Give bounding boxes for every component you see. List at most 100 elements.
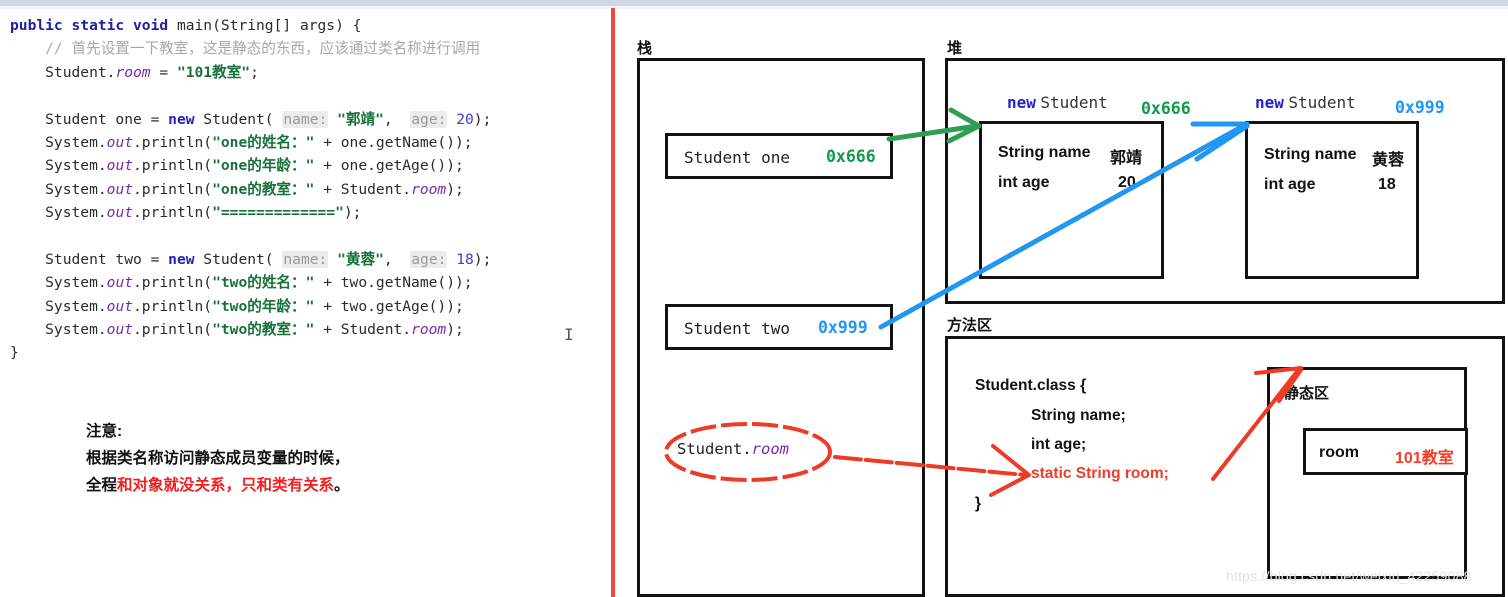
method-area-class-line-2: int age; <box>1031 436 1087 453</box>
code-token: out <box>106 204 134 222</box>
code-token: Student two = <box>10 250 169 268</box>
stack-frame-one-name: Student one <box>684 148 790 167</box>
code-token: out <box>106 274 134 292</box>
code-token: System. <box>10 274 107 292</box>
heap-object-one-field-0-decl: String name <box>998 144 1091 161</box>
note-red-text: 和对象就没关系，只和类有关系 <box>117 477 335 494</box>
method-area-label: 方法区 <box>947 317 993 334</box>
code-line-4: Student one = new Student( name: "郭靖", a… <box>10 108 491 131</box>
heap-object-one-class: Student <box>1040 93 1108 112</box>
code-token: "two的教室：" <box>212 321 315 339</box>
code-token: Student one = <box>10 110 169 128</box>
code-token: System. <box>10 297 107 315</box>
java-source-code[interactable]: public static void main(String[] args) {… <box>10 14 491 365</box>
code-token: System. <box>10 204 107 222</box>
code-token: ); <box>446 321 464 339</box>
code-token: age: <box>410 110 448 128</box>
code-token: .println( <box>133 321 213 339</box>
code-token: out <box>106 297 134 315</box>
code-token: "two的姓名：" <box>212 274 315 292</box>
code-token: .println( <box>133 274 213 292</box>
code-line-7: System.out.println("one的教室：" + Student.r… <box>10 178 491 201</box>
method-area-class-line-0: Student.class { <box>975 377 1087 394</box>
code-token: } <box>10 344 19 362</box>
code-token: "one的姓名：" <box>212 133 315 151</box>
note-line-body: 根据类名称访问静态成员变量的时候， <box>86 450 350 467</box>
note-line-title: 注意: <box>86 423 123 440</box>
code-token: .println( <box>133 157 213 175</box>
code-token: "=============" <box>212 204 344 222</box>
heap-object-one-new-keyword: new <box>1007 93 1036 112</box>
code-token: age: <box>410 250 448 268</box>
code-token: .println( <box>133 133 213 151</box>
code-token: + one.getName()); <box>314 133 473 151</box>
code-token: "two的年龄：" <box>212 297 315 315</box>
code-token: main(String[] args) { <box>176 17 362 34</box>
code-token: .println( <box>133 297 213 315</box>
code-line-1: // 首先设置一下教室，这是静态的东西，应该通过类名称进行调用 <box>10 37 491 60</box>
method-area-class-line-1: String name; <box>1031 407 1126 424</box>
heap-object-one-header: new Student <box>1007 93 1108 113</box>
code-token: + Student. <box>314 180 412 198</box>
code-token: room <box>411 321 447 339</box>
heap-object-one-address: 0x666 <box>1141 99 1191 118</box>
code-token: room <box>115 63 151 81</box>
code-token: new <box>168 250 195 268</box>
code-line-14: } <box>10 341 491 364</box>
static-area-entry-value: 101教室 <box>1395 450 1454 467</box>
code-line-5: System.out.println("one的姓名：" + one.getNa… <box>10 131 491 154</box>
code-token: = <box>150 63 177 81</box>
heap-area-label: 堆 <box>947 40 963 57</box>
code-token: ); <box>473 110 492 128</box>
code-token: 18 <box>456 250 474 268</box>
code-token: ); <box>343 204 362 222</box>
code-token: out <box>106 157 134 175</box>
code-line-0: public static void main(String[] args) { <box>10 14 491 37</box>
heap-object-two-header: new Student <box>1255 93 1356 113</box>
code-token: "黄蓉" <box>337 250 384 268</box>
code-token: + one.getAge()); <box>314 157 464 175</box>
code-token: System. <box>10 133 107 151</box>
code-line-6: System.out.println("one的年龄：" + one.getAg… <box>10 154 491 177</box>
code-token: // 首先设置一下教室，这是静态的东西，应该通过类名称进行调用 <box>10 40 481 58</box>
note-block: 注意: 根据类名称访问静态成员变量的时候， 全程和对象就没关系，只和类有关系。 <box>86 418 350 499</box>
heap-object-two-address: 0x999 <box>1395 98 1445 117</box>
static-area-box: 静态区 room 101教室 <box>1267 367 1468 579</box>
code-line-13: System.out.println("two的教室：" + Student.r… <box>10 318 491 341</box>
note-prefix: 全程 <box>86 477 118 494</box>
code-token: , <box>383 110 411 128</box>
code-token: 20 <box>456 110 474 128</box>
code-token: ; <box>250 63 259 81</box>
stack-area-label: 栈 <box>637 40 653 57</box>
static-reference-label: Student.room <box>677 440 789 458</box>
heap-object-one-field-0-value: 郭靖 <box>1110 150 1143 167</box>
code-line-12: System.out.println("two的年龄：" + two.getAg… <box>10 295 491 318</box>
heap-object-one-field-1-value: 20 <box>1118 174 1136 191</box>
method-area-class-line-3: static String room; <box>1031 465 1169 482</box>
text-caret: I <box>564 325 574 344</box>
heap-object-two-field-1-decl: int age <box>1264 176 1316 193</box>
static-area-label: 静态区 <box>1284 385 1330 402</box>
code-token: + two.getName()); <box>314 274 473 292</box>
heap-object-two-class: Student <box>1288 93 1356 112</box>
static-area-entry-box: room 101教室 <box>1303 428 1468 475</box>
code-token: + two.getAge()); <box>314 297 464 315</box>
static-reference-field: room <box>751 440 789 458</box>
code-token: + Student. <box>314 321 412 339</box>
code-token: out <box>106 321 134 339</box>
code-token: name: <box>282 250 329 268</box>
code-token: out <box>106 180 134 198</box>
code-token: System. <box>10 157 107 175</box>
heap-object-two-field-0-value: 黄蓉 <box>1372 152 1405 169</box>
code-editor-pane[interactable]: public static void main(String[] args) {… <box>0 9 608 597</box>
stack-frame-one: Student one 0x666 <box>665 133 893 179</box>
code-token: System. <box>10 321 107 339</box>
stack-frame-two-name: Student two <box>684 319 790 338</box>
static-reference-prefix: Student. <box>677 440 752 458</box>
code-token: .println( <box>133 180 213 198</box>
